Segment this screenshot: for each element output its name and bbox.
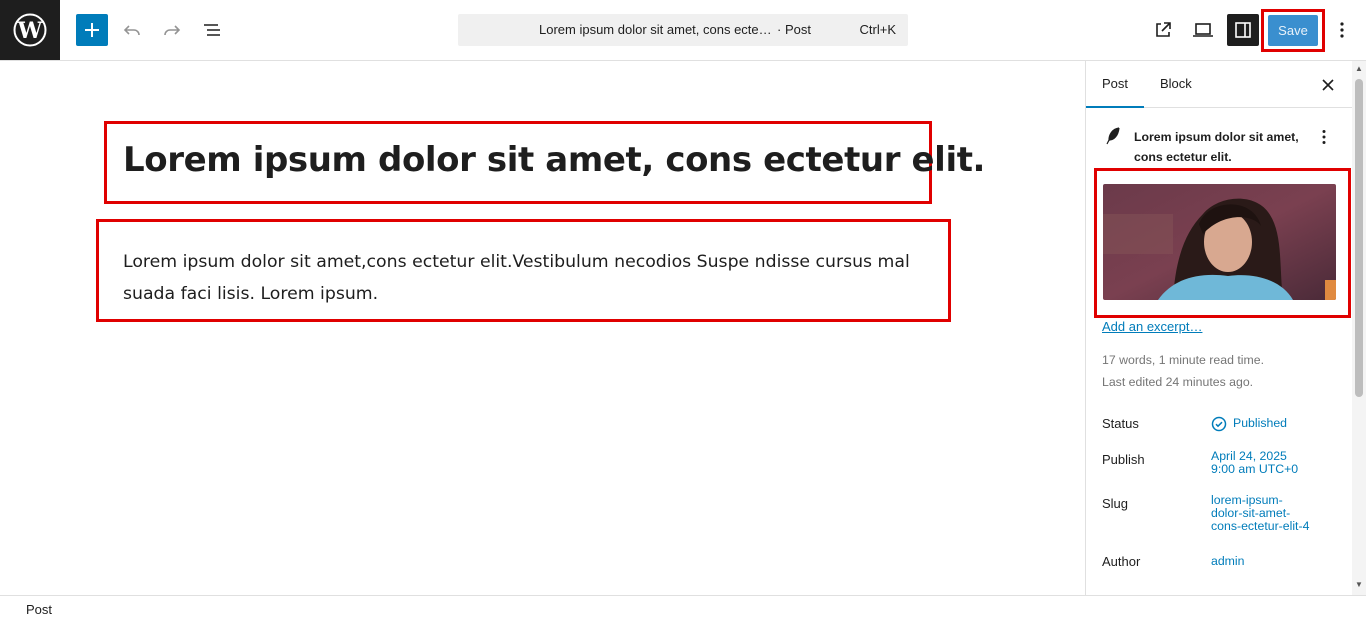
settings-sidebar: Post Block Lorem ipsum dolor sit amet, c… xyxy=(1085,61,1366,595)
status-value[interactable]: Published xyxy=(1211,415,1287,432)
status-value-text: Published xyxy=(1233,416,1288,430)
title-highlight: Lorem ipsum dolor sit amet, cons ectetur… xyxy=(104,121,985,204)
more-vertical-icon xyxy=(1340,22,1344,38)
post-card-title: Lorem ipsum dolor sit amet, cons ectetur… xyxy=(1134,130,1299,164)
scroll-down-arrow-icon[interactable]: ▼ xyxy=(1355,581,1363,589)
post-actions-button[interactable] xyxy=(1312,125,1336,149)
paragraph-block[interactable]: Lorem ipsum dolor sit amet,cons ectetur … xyxy=(123,246,943,310)
editor-canvas: Lorem ipsum dolor sit amet, cons ectetur… xyxy=(0,61,1085,595)
check-circle-icon xyxy=(1211,416,1227,431)
editor-footer: Post xyxy=(0,595,1366,620)
author-value[interactable]: admin xyxy=(1211,555,1245,568)
publish-date-value[interactable]: April 24, 2025 9:00 am UTC+0 xyxy=(1211,450,1298,476)
redo-button[interactable] xyxy=(156,14,188,46)
scrollbar-thumb[interactable] xyxy=(1355,79,1363,397)
add-excerpt-link[interactable]: Add an excerpt… xyxy=(1102,319,1202,334)
featured-image[interactable] xyxy=(1103,184,1336,300)
more-vertical-icon xyxy=(1322,130,1326,144)
editor-header: W Lorem ipsum dolor sit amet, cons ecte…… xyxy=(0,0,1366,61)
featured-image-highlight xyxy=(1094,168,1351,318)
last-edited-text: Last edited 24 minutes ago. xyxy=(1102,375,1254,389)
preview-device-button[interactable] xyxy=(1187,14,1219,46)
tab-block[interactable]: Block xyxy=(1160,61,1192,108)
redo-icon xyxy=(164,25,181,36)
slug-value[interactable]: lorem-ipsum- dolor-sit-amet- cons-ectetu… xyxy=(1211,494,1309,533)
publish-label: Publish xyxy=(1102,452,1145,467)
close-icon xyxy=(1322,79,1334,91)
plus-icon xyxy=(85,23,99,37)
status-label: Status xyxy=(1102,416,1139,431)
sidebar-scrollbar[interactable]: ▲ ▼ xyxy=(1352,61,1366,595)
feather-icon xyxy=(1104,126,1124,146)
list-view-icon xyxy=(204,24,220,36)
command-bar-post-type: · Post xyxy=(777,22,811,37)
document-overview-button[interactable] xyxy=(196,14,228,46)
close-sidebar-button[interactable] xyxy=(1314,71,1342,99)
sidebar-toggle-icon xyxy=(1235,22,1251,38)
scroll-up-arrow-icon[interactable]: ▲ xyxy=(1355,65,1363,73)
author-label: Author xyxy=(1102,554,1141,569)
post-title[interactable]: Lorem ipsum dolor sit amet, cons ectetur… xyxy=(123,140,985,180)
breadcrumb[interactable]: Post xyxy=(26,602,52,617)
command-bar-title: Lorem ipsum dolor sit amet, cons ecte… xyxy=(539,22,772,37)
options-menu-button[interactable] xyxy=(1326,14,1358,46)
sidebar-tabs: Post Block xyxy=(1086,61,1366,108)
command-bar-shortcut: Ctrl+K xyxy=(859,22,896,37)
save-button[interactable]: Save xyxy=(1268,15,1318,46)
wordpress-logo-icon[interactable]: W xyxy=(0,0,60,60)
undo-icon xyxy=(123,25,140,36)
svg-text:W: W xyxy=(17,18,43,44)
settings-sidebar-toggle[interactable] xyxy=(1227,14,1259,46)
external-link-icon xyxy=(1156,22,1171,37)
save-highlight: Save xyxy=(1261,9,1325,52)
word-count-text: 17 words, 1 minute read time. xyxy=(1102,353,1264,367)
command-palette-bar[interactable]: Lorem ipsum dolor sit amet, cons ecte… ·… xyxy=(458,14,908,46)
tab-post[interactable]: Post xyxy=(1086,61,1144,108)
paragraph-highlight: Lorem ipsum dolor sit amet,cons ectetur … xyxy=(96,219,951,322)
view-post-button[interactable] xyxy=(1147,14,1179,46)
add-block-button[interactable] xyxy=(76,14,108,46)
undo-button[interactable] xyxy=(116,14,148,46)
desktop-preview-icon xyxy=(1193,23,1213,37)
slug-label: Slug xyxy=(1102,496,1129,511)
